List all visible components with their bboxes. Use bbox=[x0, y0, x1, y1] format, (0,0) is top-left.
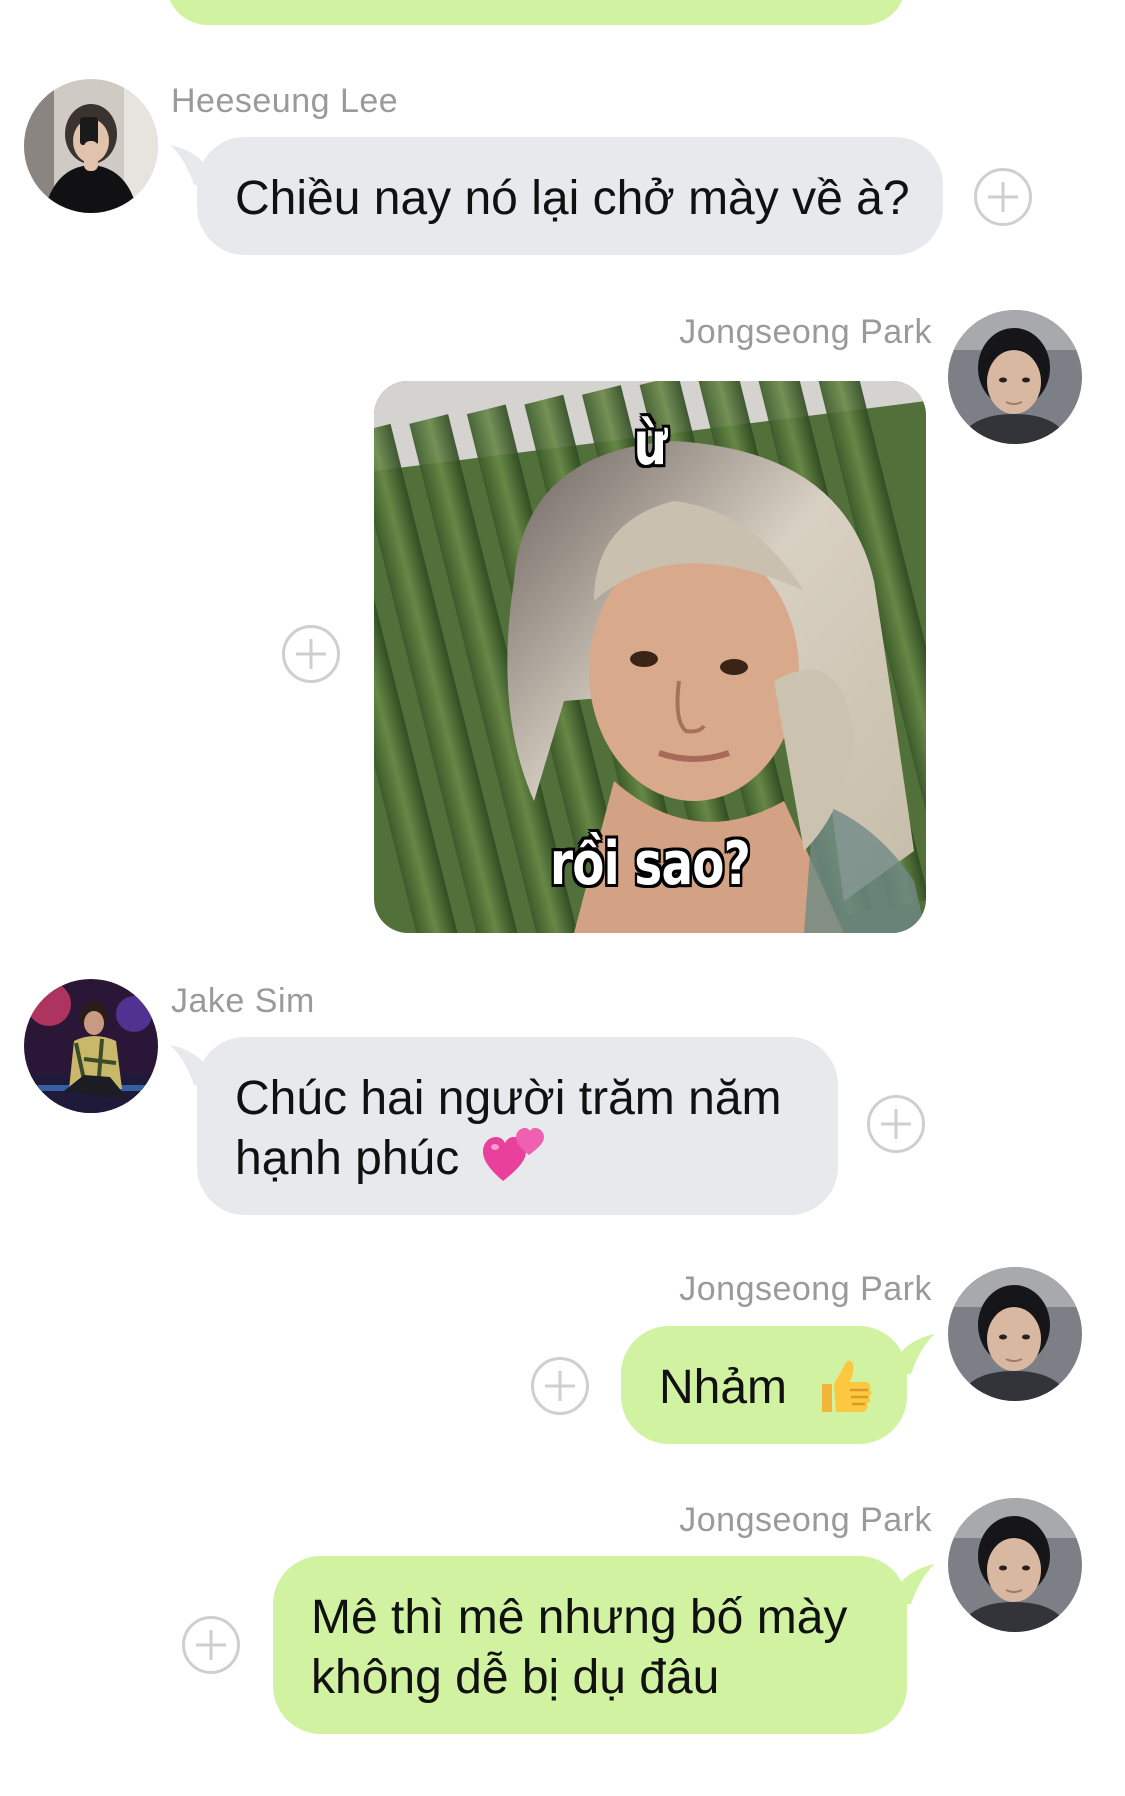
avatar-photo bbox=[948, 1267, 1082, 1401]
message-bubble[interactable]: Nhảm bbox=[621, 1326, 907, 1444]
sender-name: Jongseong Park bbox=[679, 1501, 932, 1539]
avatar-heeseung-lee[interactable] bbox=[24, 79, 158, 213]
sender-name: Jongseong Park bbox=[679, 313, 932, 351]
thumbs-up-icon bbox=[822, 1360, 872, 1413]
add-reaction-icon[interactable] bbox=[531, 1357, 589, 1415]
sender-name: Heeseung Lee bbox=[171, 82, 399, 120]
add-reaction-icon[interactable] bbox=[974, 168, 1032, 226]
two-hearts-icon bbox=[482, 1128, 544, 1182]
add-reaction-icon[interactable] bbox=[867, 1095, 925, 1153]
add-reaction-icon[interactable] bbox=[282, 625, 340, 683]
avatar-photo bbox=[948, 1498, 1082, 1632]
avatar-jongseong-park[interactable] bbox=[948, 1267, 1082, 1401]
avatar-jongseong-park[interactable] bbox=[948, 310, 1082, 444]
avatar-jake-sim[interactable] bbox=[24, 979, 158, 1113]
avatar-photo bbox=[948, 310, 1082, 444]
avatar-photo bbox=[24, 979, 158, 1113]
message-bubble[interactable]: Mê thì mê nhưng bố mày không dễ bị dụ đâ… bbox=[273, 1556, 907, 1734]
message-text-line: Chúc hai người trăm năm bbox=[235, 1072, 782, 1125]
message-text: Chiều nay nó lại chở mày về à? bbox=[235, 172, 910, 225]
message-bubble[interactable]: Chúc hai người trăm năm hạnh phúc bbox=[197, 1037, 838, 1215]
message-text: Nhảm bbox=[659, 1361, 788, 1414]
previous-message-bubble[interactable] bbox=[166, 0, 906, 25]
avatar-jongseong-park[interactable] bbox=[948, 1498, 1082, 1632]
sticker-caption-bottom: rồi sao? bbox=[549, 829, 751, 899]
sticker-image[interactable]: ừ rồi sao? bbox=[374, 381, 926, 933]
avatar-photo bbox=[24, 79, 158, 213]
message-text-line: Mê thì mê nhưng bố mày bbox=[311, 1591, 848, 1644]
message-text-line: hạnh phúc bbox=[235, 1128, 838, 1189]
add-reaction-icon[interactable] bbox=[182, 1616, 240, 1674]
sticker-caption-top: ừ bbox=[633, 409, 667, 479]
message-text-line: không dễ bị dụ đâu bbox=[311, 1651, 720, 1704]
message-bubble[interactable]: Chiều nay nó lại chở mày về à? bbox=[197, 137, 943, 255]
sender-name: Jongseong Park bbox=[679, 1270, 932, 1308]
sender-name: Jake Sim bbox=[171, 982, 315, 1020]
message-text: hạnh phúc bbox=[235, 1132, 460, 1185]
